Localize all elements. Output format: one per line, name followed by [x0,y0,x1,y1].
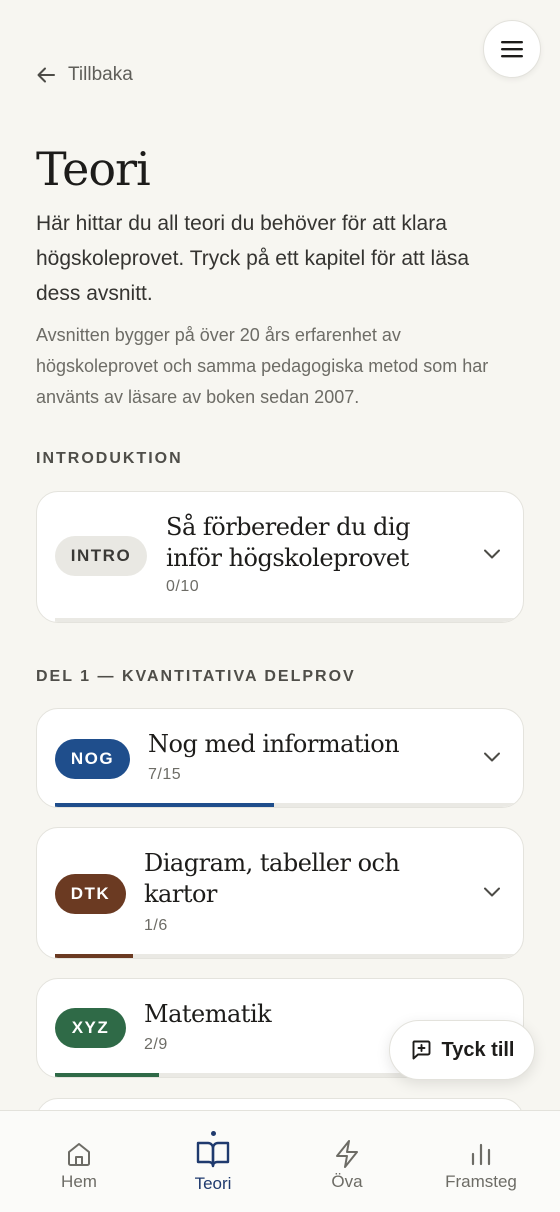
chapter-progress-text: 2/9 [144,1036,168,1053]
sub-text: Avsnitten bygger på över 20 års erfarenh… [36,325,489,407]
chapter-badge: DTK [55,874,126,914]
chapter-card-nog[interactable]: NOG Nog med information 7/15 [36,708,524,808]
nav-item-hem[interactable]: Hem [9,1111,149,1212]
nav-label: Teori [194,1174,232,1193]
feedback-label: Tyck till [441,1038,515,1061]
chapter-title: Matematik [144,1000,272,1028]
lightning-icon [336,1140,358,1168]
nav-label: Framsteg [445,1172,517,1191]
nav-label: Hem [61,1172,97,1191]
message-plus-icon [412,1040,430,1060]
page-title: Teori [36,142,151,196]
progress-fill [55,1073,159,1077]
book-icon [196,1141,230,1168]
progress-track [55,954,523,958]
progress-track [55,618,523,622]
chapter-card-dtk[interactable]: DTK Diagram, tabeller och kartor 1/6 [36,827,524,959]
bar-chart-icon [471,1143,491,1166]
hamburger-icon [501,41,523,58]
nav-item-framsteg[interactable]: Framsteg [411,1111,551,1212]
chapter-progress-text: 1/6 [144,917,168,934]
section-label-introduktion: INTRODUKTION [36,450,183,467]
chevron-down-icon [484,549,500,559]
bottom-nav: Hem Teori Öva Framsteg [0,1110,560,1212]
chapter-badge: INTRO [55,536,147,576]
chevron-down-icon [484,752,500,762]
nav-item-teori[interactable]: Teori [143,1111,283,1212]
chapter-title: Så förbereder du dig inför högskoleprove… [166,513,410,572]
feedback-button[interactable]: Tyck till [389,1020,535,1080]
chapter-progress-text: 7/15 [148,766,182,783]
intro-text: Här hittar du all teori du behöver för a… [36,212,470,305]
progress-fill [55,954,134,958]
back-label: Tillbaka [68,64,133,85]
progress-track [55,803,523,807]
chevron-down-icon [484,887,500,897]
chapter-title: Nog med information [148,730,400,758]
arrow-left-icon [37,67,55,83]
chapter-badge: XYZ [55,1008,126,1048]
progress-fill [55,803,274,807]
active-indicator [210,1131,216,1136]
chapter-badge: NOG [55,739,130,779]
chapter-progress-text: 0/10 [166,578,200,595]
chapter-card-intro[interactable]: INTRO Så förbereder du dig inför högskol… [36,491,524,623]
home-icon [68,1143,90,1166]
menu-button[interactable] [483,20,541,78]
nav-item-ova[interactable]: Öva [277,1111,417,1212]
back-link[interactable]: Tillbaka [36,64,133,86]
chapter-title: Diagram, tabeller och kartor [144,849,400,908]
section-label-del1: DEL 1 — KVANTITATIVA DELPROV [36,668,356,685]
nav-label: Öva [331,1172,363,1191]
